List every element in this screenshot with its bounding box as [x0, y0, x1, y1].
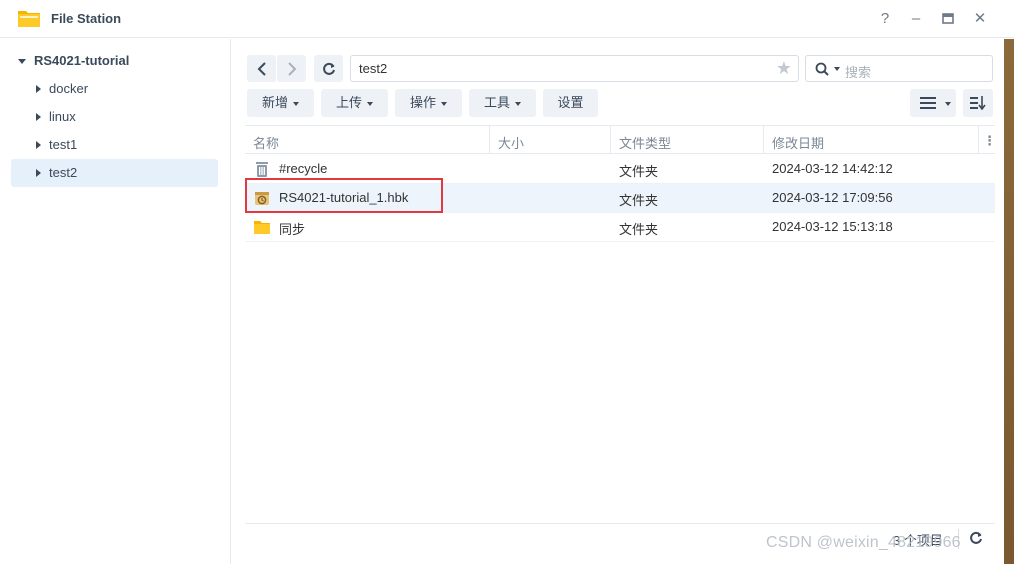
app-title: File Station [51, 11, 122, 26]
upload-button[interactable]: 上传 [321, 89, 388, 117]
sidebar-item-label: test1 [49, 137, 78, 152]
column-type[interactable]: 文件类型 [619, 133, 671, 152]
file-modified: 2024-03-12 15:13:18 [772, 219, 893, 234]
recycle-bin-icon [256, 162, 268, 177]
back-button[interactable] [247, 55, 276, 82]
file-modified: 2024-03-12 17:09:56 [772, 190, 893, 205]
action-button-label: 操作 [409, 95, 436, 110]
main-panel: test2 ★ 搜索 新增 上传 操作 工具 设置 名称 大小 文件类型 修改日… [232, 39, 1014, 564]
column-modified[interactable]: 修改日期 [772, 133, 824, 152]
view-mode-dropdown[interactable] [939, 89, 956, 117]
settings-button-label: 设置 [557, 95, 584, 110]
file-modified: 2024-03-12 14:42:12 [772, 161, 893, 176]
sidebar-item-label: test2 [49, 165, 78, 180]
tools-button[interactable]: 工具 [469, 89, 536, 117]
annotation-highlight-box [245, 178, 443, 213]
collapse-caret-icon[interactable] [36, 85, 41, 93]
action-button[interactable]: 操作 [395, 89, 462, 117]
search-input[interactable]: 搜索 [805, 55, 993, 82]
chevron-down-icon [944, 101, 951, 106]
column-divider[interactable] [763, 126, 764, 154]
new-button-label: 新增 [261, 95, 288, 110]
settings-button[interactable]: 设置 [543, 89, 598, 117]
collapse-caret-icon[interactable] [36, 141, 41, 149]
help-icon[interactable]: ? [875, 9, 895, 29]
path-text: test2 [359, 61, 388, 76]
chevron-down-icon[interactable] [834, 67, 840, 71]
column-divider[interactable] [489, 126, 490, 154]
file-station-icon [18, 11, 40, 27]
column-name[interactable]: 名称 [253, 133, 279, 152]
sidebar-item-test1[interactable]: test1 [11, 131, 218, 159]
column-divider[interactable] [978, 126, 979, 154]
table-row[interactable]: RS4021-tutorial_1.hbk 文件夹 2024-03-12 17:… [245, 178, 995, 213]
file-name: 同步 [279, 222, 306, 237]
sidebar-item-docker[interactable]: docker [11, 75, 218, 103]
sidebar-item-linux[interactable]: linux [11, 103, 218, 131]
sidebar-root[interactable]: RS4021-tutorial [18, 53, 129, 71]
column-menu-icon[interactable]: ⋮ [983, 133, 996, 149]
folder-icon [254, 221, 270, 234]
sort-icon [970, 96, 986, 111]
maximize-icon[interactable] [938, 9, 958, 29]
expand-caret-icon[interactable] [18, 59, 26, 65]
file-name: #recycle [279, 161, 328, 176]
file-type: 文件夹 [619, 193, 659, 208]
title-bar: File Station ? – ✕ [0, 0, 1014, 38]
file-type: 文件夹 [619, 164, 659, 179]
sidebar-item-label: docker [49, 81, 89, 96]
close-icon[interactable]: ✕ [970, 9, 990, 29]
chevron-down-icon [515, 101, 521, 106]
tools-button-label: 工具 [483, 95, 510, 110]
search-placeholder: 搜索 [845, 65, 872, 80]
sidebar-item-label: linux [49, 109, 76, 124]
star-icon[interactable]: ★ [776, 58, 792, 79]
path-field[interactable]: test2 ★ [350, 55, 799, 82]
list-view-icon [920, 97, 936, 109]
collapse-caret-icon[interactable] [36, 169, 41, 177]
sidebar-root-label: RS4021-tutorial [34, 53, 130, 68]
watermark: CSDN @weixin_48219966 [766, 534, 961, 551]
search-icon [815, 62, 829, 76]
refresh-icon [322, 62, 335, 75]
chevron-down-icon [441, 101, 447, 106]
table-row[interactable]: 同步 文件夹 2024-03-12 15:13:18 [245, 213, 995, 242]
file-type: 文件夹 [619, 222, 659, 237]
minimize-icon[interactable]: – [906, 9, 926, 29]
chevron-down-icon [367, 101, 373, 106]
chevron-down-icon [293, 101, 299, 106]
refresh-button[interactable] [314, 55, 343, 82]
column-size[interactable]: 大小 [498, 133, 524, 152]
collapse-caret-icon[interactable] [36, 113, 41, 121]
background-edge [1004, 39, 1014, 564]
column-divider[interactable] [610, 126, 611, 154]
sidebar: RS4021-tutorial docker linux test1 test2 [0, 39, 231, 564]
upload-button-label: 上传 [335, 95, 362, 110]
forward-button[interactable] [277, 55, 306, 82]
new-button[interactable]: 新增 [247, 89, 314, 117]
refresh-icon[interactable] [969, 531, 983, 545]
table-header: 名称 大小 文件类型 修改日期 ⋮ [245, 125, 996, 154]
sidebar-item-test2[interactable]: test2 [11, 159, 218, 187]
sort-button[interactable] [963, 89, 993, 117]
